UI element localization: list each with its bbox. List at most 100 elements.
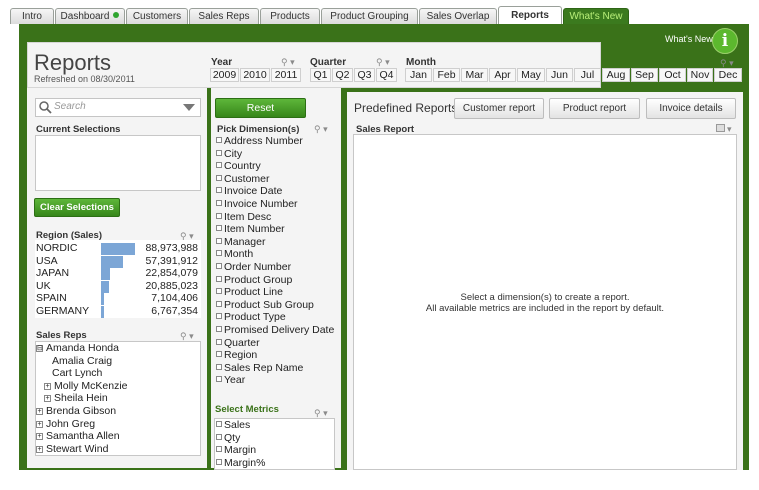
sales-rep-item[interactable]: + Molly McKenzie [44,380,128,392]
sales-rep-item[interactable]: + Samantha Allen [36,430,120,442]
region-name[interactable]: SPAIN [36,292,67,304]
dimension-item[interactable]: Customer [216,173,270,185]
tab-sales-reps[interactable]: Sales Reps [189,8,259,24]
product-report-button[interactable]: Product report [549,98,640,119]
checkbox-icon[interactable] [216,458,222,465]
pin-icon[interactable]: ⚲ ▾ [281,57,295,68]
dimension-item[interactable]: Year [216,374,245,386]
pin-icon[interactable]: ⚲ ▾ [376,57,390,68]
region-bar[interactable] [101,280,109,293]
sales-rep-item[interactable]: + John Greg [36,418,95,430]
checkbox-icon[interactable] [216,212,222,219]
collapse-icon[interactable]: ⊟ [36,345,43,352]
checkbox-icon[interactable] [216,174,222,181]
month-feb[interactable]: Feb [433,68,460,82]
dimension-item[interactable]: Product Line [216,286,283,298]
info-icon[interactable]: i [712,28,738,54]
region-bar[interactable] [101,305,104,318]
month-nov[interactable]: Nov [687,68,713,82]
region-name[interactable]: NORDIC [36,242,77,254]
expand-icon[interactable]: + [36,433,43,441]
month-oct[interactable]: Oct [659,68,686,82]
expand-icon[interactable]: + [36,420,43,428]
checkbox-icon[interactable] [216,300,222,307]
dimension-item[interactable]: Promised Delivery Date [216,324,334,336]
sales-rep-item[interactable]: Cart Lynch [52,367,102,379]
metric-item[interactable]: Margin% [216,457,265,469]
dimension-item[interactable]: Quarter [216,337,260,349]
checkbox-icon[interactable] [216,313,222,320]
tab-sales-overlap[interactable]: Sales Overlap [419,8,497,24]
maximize-icon[interactable] [716,124,725,132]
dimension-item[interactable]: Item Number [216,223,285,235]
dimension-item[interactable]: Month [216,248,253,260]
quarter-q3[interactable]: Q3 [354,68,375,82]
month-jan[interactable]: Jan [405,68,432,82]
sales-rep-item[interactable]: + Brenda Gibson [36,405,116,417]
year-2010[interactable]: 2010 [240,68,270,82]
checkbox-icon[interactable] [216,187,222,194]
tab-products[interactable]: Products [260,8,320,24]
sales-rep-item[interactable]: Amalia Craig [52,355,112,367]
quarter-q1[interactable]: Q1 [310,68,331,82]
month-jun[interactable]: Jun [546,68,573,82]
dimension-item[interactable]: Region [216,349,257,361]
checkbox-icon[interactable] [216,200,222,206]
chevron-down-icon[interactable] [183,104,195,112]
region-bar[interactable] [101,293,104,305]
checkbox-icon[interactable] [216,421,222,427]
expand-icon[interactable]: + [44,395,51,403]
customer-report-button[interactable]: Customer report [454,98,544,119]
dimension-item[interactable]: Sales Rep Name [216,362,303,374]
checkbox-icon[interactable] [216,338,222,345]
region-name[interactable]: USA [36,255,58,267]
checkbox-icon[interactable] [216,446,222,453]
month-mar[interactable]: Mar [461,68,488,82]
checkbox-icon[interactable] [216,162,222,169]
dimension-item[interactable]: Invoice Date [216,185,282,197]
region-name[interactable]: UK [36,280,51,292]
quarter-q2[interactable]: Q2 [332,68,353,82]
dimension-item[interactable]: Product Group [216,274,292,286]
expand-icon[interactable]: + [36,408,43,415]
checkbox-icon[interactable] [216,137,222,143]
clear-selections-button[interactable]: Clear Selections [34,198,120,217]
tab-intro[interactable]: Intro [10,8,54,24]
sales-rep-item[interactable]: + Stewart Wind [36,443,108,455]
region-name[interactable]: GERMANY [36,305,89,317]
month-apr[interactable]: Apr [489,68,516,82]
checkbox-icon[interactable] [216,376,222,383]
month-aug[interactable]: Aug [602,68,630,82]
dimension-item[interactable]: City [216,148,242,160]
dimension-item[interactable]: Country [216,160,261,172]
checkbox-icon[interactable] [216,351,222,358]
month-dec[interactable]: Dec [714,68,742,82]
invoice-details-button[interactable]: Invoice details [646,98,736,119]
checkbox-icon[interactable] [216,326,222,332]
month-may[interactable]: May [517,68,545,82]
tab-whats-new[interactable]: What's New [563,8,629,24]
year-2011[interactable]: 2011 [271,68,301,82]
checkbox-icon[interactable] [216,225,222,232]
checkbox-icon[interactable] [216,433,222,440]
quarter-q4[interactable]: Q4 [376,68,397,82]
tab-reports[interactable]: Reports [498,6,562,26]
sales-rep-item[interactable]: + Sheila Hein [44,392,108,404]
dimension-item[interactable]: Address Number [216,135,303,147]
metric-item[interactable]: Margin [216,444,256,456]
checkbox-icon[interactable] [216,237,222,244]
checkbox-icon[interactable] [216,288,222,295]
tab-dashboard[interactable]: Dashboard [55,8,125,24]
checkbox-icon[interactable] [216,363,222,370]
tab-product-grouping[interactable]: Product Grouping [321,8,418,24]
metric-item[interactable]: Sales [216,419,250,431]
month-jul[interactable]: Jul [574,68,601,82]
metric-item[interactable]: Qty [216,432,240,444]
reset-button[interactable]: Reset [215,98,306,118]
region-bar[interactable] [101,268,110,280]
region-bar[interactable] [101,255,123,268]
dimension-item[interactable]: Item Desc [216,211,271,223]
pin-icon[interactable]: ⚲ ▾ [314,124,328,135]
expand-icon[interactable]: + [44,382,51,390]
dimension-item[interactable]: Order Number [216,261,291,273]
